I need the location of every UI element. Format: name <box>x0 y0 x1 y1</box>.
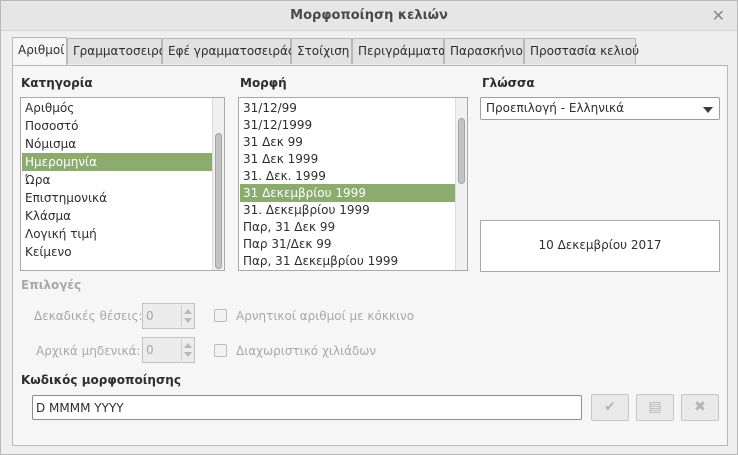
preview-text: 10 Δεκεμβρίου 2017 <box>538 238 662 252</box>
delete-button[interactable]: ✖ <box>681 394 719 421</box>
check-icon: ✔ <box>604 399 616 415</box>
language-label: Γλώσσα <box>482 76 535 90</box>
format-label: Μορφή <box>240 76 287 90</box>
negative-red-label: Αρνητικοί αριθμοί με κόκκινο <box>236 309 415 323</box>
category-scrollbar[interactable] <box>212 98 224 270</box>
list-item[interactable]: Αριθμός <box>22 99 212 117</box>
comment-button[interactable]: ▤ <box>636 394 674 421</box>
list-item[interactable]: Παρ, 31 Δεκεμβρίου 1999 <box>240 252 455 270</box>
list-item[interactable]: Λογική τιμή <box>22 225 212 243</box>
list-item-selected[interactable]: Ημερομηνία <box>22 153 212 171</box>
format-code-label: Κωδικός μορφοποίησης <box>21 373 181 387</box>
decimal-places-value: 0 <box>146 309 154 323</box>
leading-zeros-value: 0 <box>146 343 154 357</box>
decimal-places-stepper[interactable]: 0 <box>142 303 195 329</box>
scrollbar-thumb[interactable] <box>215 133 222 269</box>
tab-font[interactable]: Γραμματοσειρά <box>67 38 167 64</box>
thousands-separator-label: Διαχωριστικό χιλιάδων <box>236 344 377 358</box>
format-code-value: D MMMM YYYY <box>36 401 124 415</box>
list-item[interactable]: Κείμενο <box>22 243 212 261</box>
language-dropdown[interactable]: Προεπιλογή - Ελληνικά <box>480 97 720 120</box>
tab-numbers[interactable]: Αριθμοί <box>12 37 67 66</box>
list-item[interactable]: 31/12/1999 <box>240 116 455 134</box>
list-item[interactable]: Ποσοστό <box>22 117 212 135</box>
apply-button[interactable]: ✔ <box>591 394 629 421</box>
list-item[interactable]: Επιστημονικά <box>22 189 212 207</box>
list-item[interactable]: 31 Δεκ 99 <box>240 133 455 151</box>
chevron-up-icon[interactable] <box>184 309 192 314</box>
numbers-panel: Κατηγορία Αριθμός Ποσοστό Νόμισμα Ημερομ… <box>12 65 728 446</box>
delete-icon: ✖ <box>694 399 706 415</box>
stepper-buttons[interactable] <box>181 339 193 361</box>
tab-borders[interactable]: Περιγράμματα <box>352 38 446 64</box>
list-item[interactable]: 31. Δεκεμβρίου 1999 <box>240 201 455 219</box>
comment-icon: ▤ <box>648 399 662 415</box>
dialog-title: Μορφοποίηση κελιών <box>290 8 448 23</box>
title-bar: Μορφοποίηση κελιών ✕ <box>1 1 737 31</box>
category-list[interactable]: Αριθμός Ποσοστό Νόμισμα Ημερομηνία Ώρα Ε… <box>20 97 225 271</box>
list-item[interactable]: 31/12/99 <box>240 99 455 117</box>
tab-alignment[interactable]: Στοίχιση <box>291 38 352 64</box>
thousands-separator-checkbox[interactable] <box>214 344 227 357</box>
chevron-down-icon <box>703 107 713 113</box>
list-item[interactable]: Παρ, 31 Δεκ 99 <box>240 218 455 236</box>
format-preview: 10 Δεκεμβρίου 2017 <box>480 220 720 272</box>
stepper-buttons[interactable] <box>181 305 193 327</box>
close-icon[interactable]: ✕ <box>712 6 725 25</box>
leading-zeros-stepper[interactable]: 0 <box>142 337 195 363</box>
chevron-down-icon[interactable] <box>184 318 192 323</box>
list-item[interactable]: 31 Δεκ 1999 <box>240 150 455 168</box>
list-item[interactable]: Παρ 31/Δεκ 99 <box>240 235 455 253</box>
list-item[interactable]: 31. Δεκ. 1999 <box>240 167 455 185</box>
chevron-down-icon[interactable] <box>184 352 192 357</box>
negative-red-checkbox[interactable] <box>214 309 227 322</box>
tab-font-effects[interactable]: Εφέ γραμματοσειράς <box>162 38 295 64</box>
list-item[interactable]: Κλάσμα <box>22 207 212 225</box>
tab-cell-protection[interactable]: Προστασία κελιού <box>524 38 639 64</box>
format-list[interactable]: 31/12/99 31/12/1999 31 Δεκ 99 31 Δεκ 199… <box>238 97 468 271</box>
tab-background[interactable]: Παρασκήνιο <box>444 38 524 64</box>
format-scrollbar[interactable] <box>455 98 467 270</box>
category-label: Κατηγορία <box>21 76 93 90</box>
decimal-places-label: Δεκαδικές θέσεις: <box>34 309 143 323</box>
scrollbar-thumb[interactable] <box>458 118 465 184</box>
chevron-up-icon[interactable] <box>184 343 192 348</box>
format-cells-dialog: Μορφοποίηση κελιών ✕ Αριθμοί Γραμματοσει… <box>0 0 738 455</box>
leading-zeros-label: Αρχικά μηδενικά: <box>36 344 141 358</box>
list-item[interactable]: Νόμισμα <box>22 135 212 153</box>
language-value: Προεπιλογή - Ελληνικά <box>486 101 624 115</box>
list-item-selected[interactable]: 31 Δεκεμβρίου 1999 <box>240 184 455 202</box>
list-item[interactable]: Ώρα <box>22 171 212 189</box>
options-label: Επιλογές <box>21 278 82 292</box>
format-code-input[interactable]: D MMMM YYYY <box>32 395 582 420</box>
